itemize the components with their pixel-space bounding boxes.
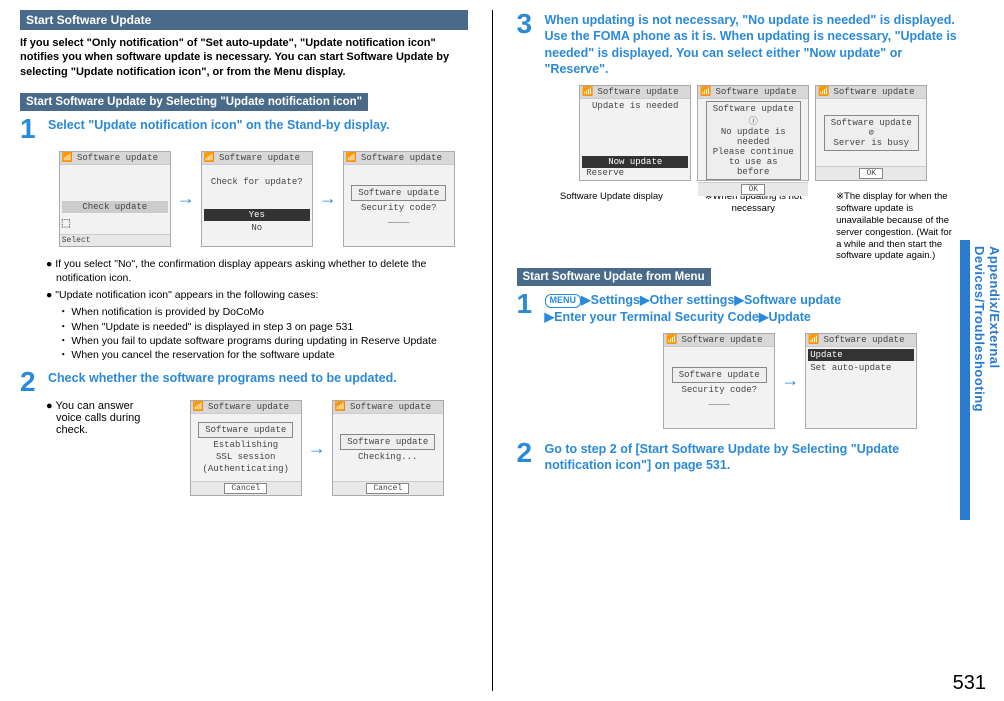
page-number: 531 — [953, 672, 986, 695]
arrow-icon: → — [308, 438, 326, 459]
sub-bullet: ・ When you fail to update software progr… — [46, 334, 468, 348]
ps-title: Software update — [219, 153, 300, 163]
sub-bullet: ・ When notification is provided by DoCoM… — [46, 305, 468, 319]
intro-text: If you select "Only notification" of "Se… — [20, 36, 468, 79]
ps-line: ____ — [708, 397, 730, 407]
ps-box: Software update — [672, 367, 767, 383]
ps-box: Software update — [198, 422, 293, 438]
ps-line: Check for update? — [211, 177, 303, 187]
ok-button: OK — [859, 168, 883, 179]
phone-screen-confirm: 📶 Software update Check for update? Yes N… — [201, 151, 313, 247]
antenna-icon: 📶 — [62, 153, 73, 163]
antenna-icon: 📶 — [335, 402, 346, 412]
ps-title: Software update — [597, 87, 678, 97]
ps-box: Software update — [340, 434, 435, 450]
sub-bullet: ・ When "Update is needed" is displayed i… — [46, 320, 468, 334]
ps-box-title: Software update — [829, 118, 914, 128]
ps-yes: Yes — [204, 209, 310, 221]
ps-line: SSL session — [216, 452, 275, 462]
bullet: ● If you select "No", the confirmation d… — [46, 257, 468, 285]
section-header-left: Start Software Update — [20, 10, 468, 30]
step1-title: Select "Update notification icon" on the… — [48, 115, 390, 143]
phone-screen-security-code: 📶 Software update Software update Securit… — [343, 151, 455, 247]
arrow-icon: → — [319, 188, 337, 209]
antenna-icon: 📶 — [666, 335, 677, 345]
step-number-2b: 2 — [517, 439, 539, 474]
phone-screen-ssl: 📶 Software update Software update Establi… — [190, 400, 302, 496]
bullet: ● "Update notification icon" appears in … — [46, 288, 468, 302]
antenna-icon: 📶 — [204, 153, 215, 163]
phone-screen-checking: 📶 Software update Software update Checkin… — [332, 400, 444, 496]
menu-key-icon: MENU — [545, 294, 582, 308]
sub-header-from-menu: Start Software Update from Menu — [517, 268, 711, 286]
ps-highlight: Update — [808, 349, 914, 361]
ps-line: Server is busy — [829, 138, 914, 148]
ps-box-title: Software update — [711, 104, 796, 114]
cancel-button: Cancel — [224, 483, 267, 494]
sub-bullet: ・ When you cancel the reservation for th… — [46, 348, 468, 362]
ps-line: Reserve — [582, 168, 688, 178]
ps-line: (Authenticating) — [203, 464, 289, 474]
step2-title: Check whether the software programs need… — [48, 368, 397, 396]
step2-note: ● You can answer voice calls during chec… — [46, 400, 156, 436]
ps-box: Software update — [351, 185, 446, 201]
step-number-1b: 1 — [517, 290, 539, 325]
cancel-button: Cancel — [366, 483, 409, 494]
phone-screen-no-update: 📶Software update Software update ⓘ No up… — [697, 85, 809, 181]
ps-line: Set auto-update — [808, 363, 891, 373]
ps-title: Software update — [77, 153, 158, 163]
ps-line: Check update — [62, 201, 168, 213]
ps-line: Please continue — [711, 147, 796, 157]
phone-screen-checkupdate: 📶Software update Check update ⬚ Select — [59, 151, 171, 247]
ps-footer: Select — [60, 234, 170, 246]
sub-header-notification-icon: Start Software Update by Selecting "Upda… — [20, 93, 368, 111]
antenna-icon: 📶 — [808, 335, 819, 345]
arrow-icon: → — [781, 370, 799, 391]
phone-screen-menu-security: 📶 Software update Software update Securit… — [663, 333, 775, 429]
caption-b: ※When updating is not necessary — [694, 191, 812, 262]
caption-a: Software Update display — [552, 191, 670, 262]
ps-line: ____ — [388, 215, 410, 225]
ps-line: Establishing — [213, 440, 278, 450]
ps-highlight: Now update — [582, 156, 688, 168]
ps-title: Software update — [833, 87, 914, 97]
ps-line: Checking... — [358, 452, 417, 462]
step2b-title: Go to step 2 of [Start Software Update b… — [545, 439, 965, 474]
ps-title: Software update — [208, 402, 289, 412]
ps-title: Software update — [823, 335, 904, 345]
step-number-3: 3 — [517, 10, 539, 77]
antenna-icon: 📶 — [582, 87, 593, 97]
step-number-1: 1 — [20, 115, 42, 143]
antenna-icon: 📶 — [193, 402, 204, 412]
step1b-path: MENU▶Settings▶Other settings▶Software up… — [545, 290, 842, 325]
ps-line: Update is needed — [592, 101, 678, 111]
phone-screen-server-busy: 📶 Software update Software update ⊘ Serve… — [815, 85, 927, 181]
arrow-icon: → — [177, 188, 195, 209]
antenna-icon: 📶 — [700, 87, 711, 97]
ok-button: OK — [741, 184, 765, 195]
phone-screen-menu-update: 📶 Software update Update Set auto-update — [805, 333, 917, 429]
info-icon: ⓘ — [711, 114, 796, 127]
ps-title: Software update — [715, 87, 796, 97]
phone-screen-update-needed: 📶 Software update Update is needed Now up… — [579, 85, 691, 181]
step-number-2: 2 — [20, 368, 42, 396]
ps-title: Software update — [361, 153, 442, 163]
error-icon: ⊘ — [829, 128, 914, 138]
antenna-icon: 📶 — [818, 87, 829, 97]
caption-c: ※The display for when the software updat… — [836, 191, 954, 262]
ps-no: No — [251, 223, 262, 233]
step3-title: When updating is not necessary, "No upda… — [545, 10, 965, 77]
ps-line: needed — [711, 137, 796, 147]
antenna-icon: 📶 — [346, 153, 357, 163]
ps-line: Security code? — [361, 203, 437, 213]
ps-title: Software update — [681, 335, 762, 345]
ps-line: Security code? — [681, 385, 757, 395]
ps-line: to use as before — [711, 157, 796, 177]
ps-title: Software update — [350, 402, 431, 412]
ps-line: No update is — [711, 127, 796, 137]
side-tab: Appendix/External Devices/Troubleshootin… — [960, 240, 1004, 520]
